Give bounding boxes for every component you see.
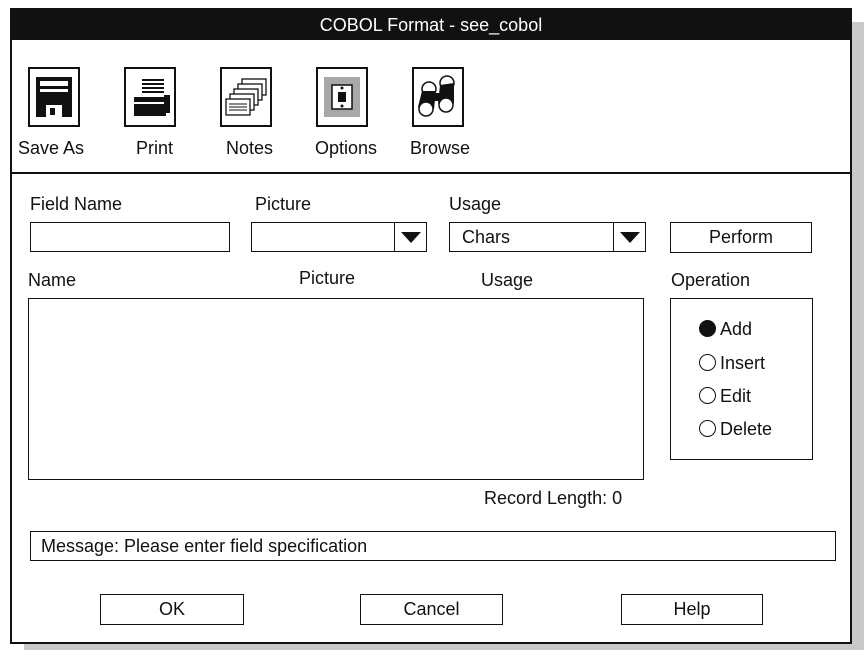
usage-dropdown-arrow-icon[interactable] xyxy=(613,223,645,251)
field-name-label: Field Name xyxy=(30,194,123,214)
radio-edit-label: Edit xyxy=(720,386,752,406)
options-button[interactable] xyxy=(316,67,368,127)
radio-insert-label: Insert xyxy=(720,353,766,373)
message-text: Message: Please enter field specificatio… xyxy=(41,536,368,556)
cancel-button[interactable]: Cancel xyxy=(360,594,503,625)
field-name-input[interactable] xyxy=(30,222,230,252)
browse-button[interactable] xyxy=(412,67,464,127)
print-label: Print xyxy=(136,138,174,158)
notes-icon xyxy=(225,78,267,116)
notes-button[interactable] xyxy=(220,67,272,127)
field-list[interactable] xyxy=(28,298,644,480)
radio-delete[interactable]: Delete xyxy=(699,419,772,440)
floppy-disk-icon xyxy=(36,77,72,117)
radio-unselected-icon xyxy=(699,354,716,371)
usage-dropdown[interactable]: Chars xyxy=(449,222,646,252)
usage-value: Chars xyxy=(462,227,511,247)
radio-insert[interactable]: Insert xyxy=(699,353,765,374)
print-button[interactable] xyxy=(124,67,176,127)
operation-group: Add Insert Edit Delete xyxy=(670,298,813,460)
toolbar-separator xyxy=(12,172,850,174)
browse-label: Browse xyxy=(410,138,471,158)
help-button[interactable]: Help xyxy=(621,594,763,625)
radio-unselected-icon xyxy=(699,420,716,437)
operation-label: Operation xyxy=(671,270,751,290)
message-bar: Message: Please enter field specificatio… xyxy=(30,531,836,561)
column-header-usage: Usage xyxy=(481,270,534,290)
record-length: Record Length: 0 xyxy=(484,488,623,508)
ok-button[interactable]: OK xyxy=(100,594,244,625)
options-switch-icon xyxy=(324,77,360,117)
usage-label: Usage xyxy=(449,194,502,214)
options-label: Options xyxy=(315,138,378,158)
radio-add[interactable]: Add xyxy=(699,319,752,340)
dialog-window: COBOL Format - see_cobol Save As Print N… xyxy=(10,8,852,644)
picture-label: Picture xyxy=(255,194,312,214)
save-as-label: Save As xyxy=(18,138,85,158)
perform-button[interactable]: Perform xyxy=(670,222,812,253)
save-as-button[interactable] xyxy=(28,67,80,127)
radio-unselected-icon xyxy=(699,387,716,404)
picture-dropdown[interactable] xyxy=(251,222,427,252)
radio-delete-label: Delete xyxy=(720,419,773,439)
binoculars-icon xyxy=(418,75,455,117)
column-header-name: Name xyxy=(28,270,77,290)
title-bar: COBOL Format - see_cobol xyxy=(12,10,850,40)
printer-icon xyxy=(134,79,170,116)
notes-label: Notes xyxy=(226,138,274,158)
radio-edit[interactable]: Edit xyxy=(699,386,751,407)
picture-dropdown-arrow-icon[interactable] xyxy=(394,223,426,251)
radio-selected-icon xyxy=(699,320,716,337)
column-header-picture: Picture xyxy=(299,268,356,288)
radio-add-label: Add xyxy=(720,319,753,339)
